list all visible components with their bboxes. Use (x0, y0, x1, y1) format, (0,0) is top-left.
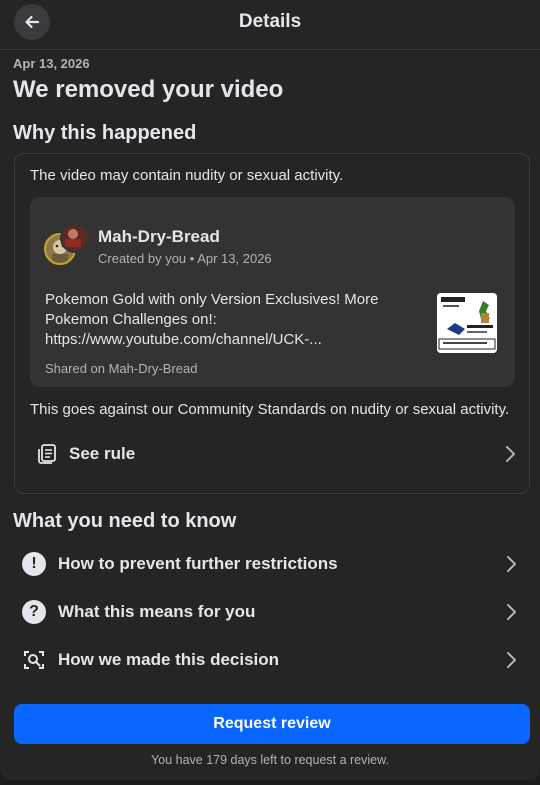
decision-row[interactable]: How we made this decision (14, 638, 530, 682)
post-body: Pokemon Gold with only Version Exclusive… (45, 291, 379, 348)
post-preview: Mah-Dry-Bread Created by you • Apr 13, 2… (30, 197, 515, 387)
post-shared-on: Shared on Mah-Dry-Bread (45, 361, 198, 376)
prevent-restrictions-label: How to prevent further restrictions (58, 554, 338, 573)
header-title: Details (238, 11, 302, 32)
exclamation-circle-icon: ! (22, 552, 46, 576)
what-this-means-label: What this means for you (58, 602, 256, 621)
days-left-note: You have 179 days left to request a revi… (151, 753, 389, 767)
reason-text: The video may contain nudity or sexual a… (30, 167, 344, 184)
decision-label: How we made this decision (58, 650, 280, 669)
magnify-scan-icon (24, 651, 44, 669)
document-icon (38, 444, 56, 464)
know-heading: What you need to know (13, 510, 237, 532)
see-rule-label: See rule (69, 444, 136, 463)
notice-date: Apr 13, 2026 (13, 56, 90, 71)
question-circle-icon: ? (22, 600, 46, 624)
post-meta: Created by you • Apr 13, 2026 (98, 251, 272, 266)
chevron-right-icon (507, 652, 516, 668)
video-thumbnail[interactable] (437, 293, 497, 353)
prevent-restrictions-row[interactable]: ! How to prevent further restrictions (14, 542, 530, 586)
what-this-means-row[interactable]: ? What this means for you (14, 590, 530, 634)
post-author[interactable]: Mah-Dry-Bread (98, 227, 220, 247)
see-rule-row[interactable]: See rule (30, 432, 515, 476)
request-review-button[interactable]: Request review (14, 704, 530, 744)
profile-mini-avatar (60, 223, 90, 253)
notice-title: We removed your video (13, 76, 284, 103)
standards-text: This goes against our Community Standard… (30, 401, 510, 418)
chevron-right-icon (507, 556, 516, 572)
header: Details (0, 0, 540, 50)
details-panel: Details Apr 13, 2026 We removed your vid… (0, 0, 540, 780)
reason-card: The video may contain nudity or sexual a… (14, 153, 530, 494)
chevron-right-icon (507, 604, 516, 620)
chevron-right-icon (506, 446, 515, 462)
why-heading: Why this happened (13, 122, 197, 144)
